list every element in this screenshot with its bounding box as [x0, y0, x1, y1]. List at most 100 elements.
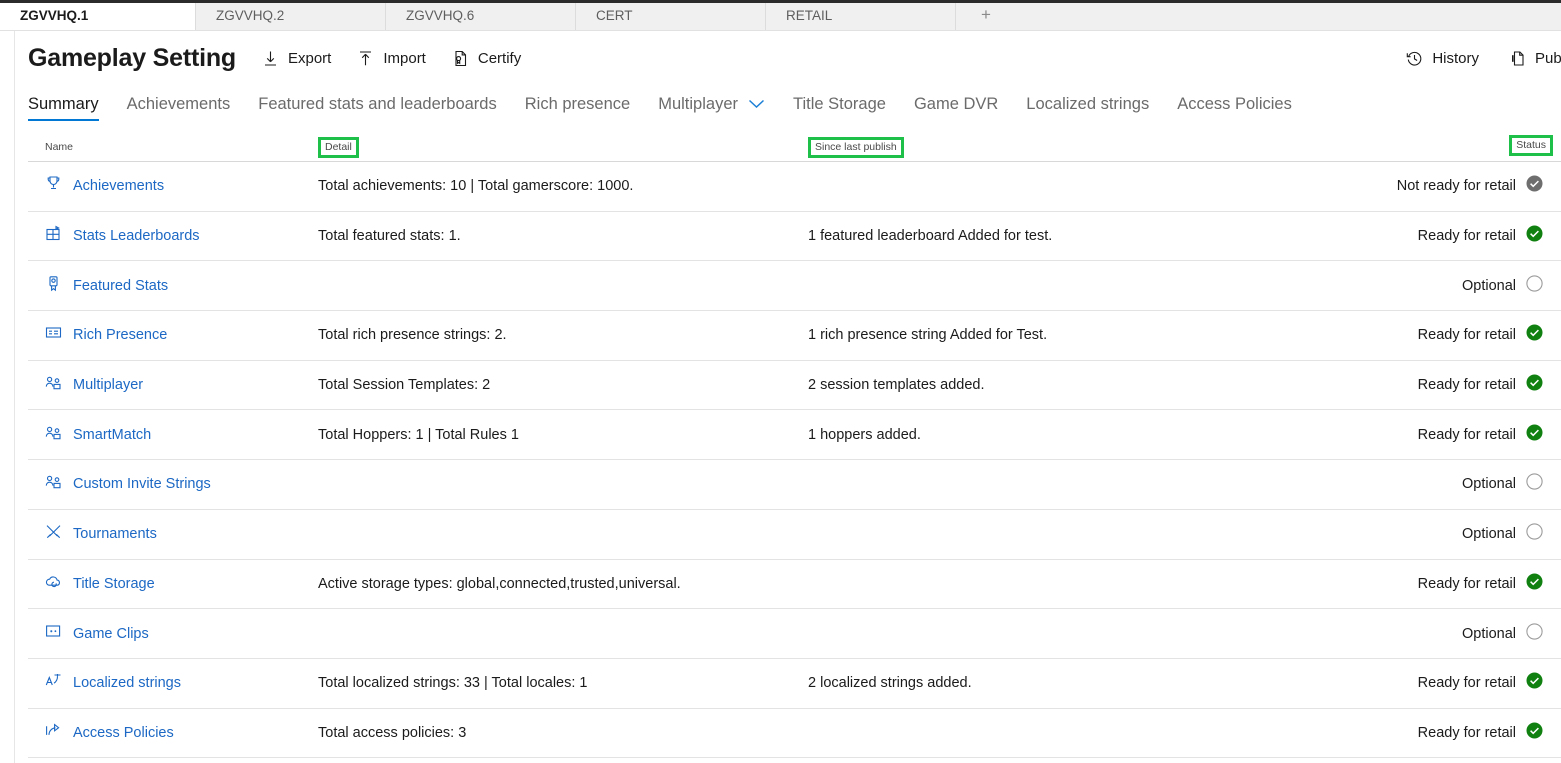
row-detail: Total Hoppers: 1 | Total Rules 1	[318, 426, 519, 443]
empty-circle-icon	[1526, 523, 1543, 545]
publish-label: Publish	[1535, 49, 1561, 67]
history-button[interactable]: History	[1406, 50, 1479, 67]
translate-icon	[45, 672, 62, 694]
tab-zgvvhq-1[interactable]: ZGVVHQ.1	[0, 0, 196, 30]
row-name-cell: Multiplayer	[28, 374, 318, 396]
row-detail: Total rich presence strings: 2.	[318, 327, 507, 344]
pivot-label: Featured stats and leaderboards	[258, 95, 497, 113]
check-circle-green-icon	[1526, 225, 1543, 247]
row-since-last-publish: 2 localized strings added.	[808, 675, 972, 692]
row-name-link[interactable]: Stats Leaderboards	[73, 228, 200, 244]
table-row[interactable]: SmartMatch Total Hoppers: 1 | Total Rule…	[28, 410, 1561, 461]
plus-icon: +	[981, 5, 991, 24]
tab-zgvvhq-6[interactable]: ZGVVHQ.6	[386, 0, 576, 30]
check-circle-green-icon	[1526, 672, 1543, 694]
certificate-icon	[452, 50, 469, 67]
certify-button[interactable]: Certify	[452, 50, 521, 67]
row-status: Optional	[1328, 523, 1561, 545]
check-circle-gray-icon	[1526, 175, 1543, 197]
upload-icon	[357, 50, 374, 67]
page-title: Gameplay Setting	[28, 43, 236, 72]
tab-cert[interactable]: CERT	[576, 0, 766, 30]
column-header-status-label: Status	[1509, 135, 1553, 156]
table-row[interactable]: Stats Leaderboards Total featured stats:…	[28, 212, 1561, 262]
history-icon	[1406, 50, 1423, 67]
row-name-link[interactable]: Rich Presence	[73, 327, 167, 343]
row-detail: Total featured stats: 1.	[318, 228, 461, 245]
status-label: Optional	[1461, 476, 1516, 493]
leaderboard-icon	[45, 225, 62, 247]
row-since-last-publish: 1 featured leaderboard Added for test.	[808, 228, 1053, 245]
row-name-link[interactable]: Featured Stats	[73, 278, 168, 294]
tab-achievements[interactable]: Achievements	[113, 95, 245, 121]
table-row[interactable]: Localized strings Total localized string…	[28, 659, 1561, 709]
tab-summary[interactable]: Summary	[28, 95, 113, 121]
row-name-cell: SmartMatch	[28, 424, 318, 446]
column-header-name-label: Name	[45, 140, 74, 153]
tab-strip-filler	[1016, 0, 1561, 30]
table-row[interactable]: Title Storage Active storage types: glob…	[28, 560, 1561, 610]
table-row[interactable]: Game Clips Optional	[28, 609, 1561, 659]
table-row[interactable]: Tournaments Optional	[28, 510, 1561, 560]
tab-rich-presence[interactable]: Rich presence	[511, 95, 644, 121]
status-label: Ready for retail	[1417, 377, 1516, 394]
tab-access-policies[interactable]: Access Policies	[1163, 95, 1306, 121]
status-label: Not ready for retail	[1396, 178, 1516, 195]
row-name-link[interactable]: Multiplayer	[73, 377, 143, 393]
row-name-link[interactable]: Tournaments	[73, 526, 157, 542]
row-status: Not ready for retail	[1328, 175, 1561, 197]
id-card-icon	[45, 324, 62, 346]
pivot-label: Rich presence	[524, 95, 631, 113]
publish-button[interactable]: Publish	[1509, 50, 1561, 67]
tab-zgvvhq-2[interactable]: ZGVVHQ.2	[196, 0, 386, 30]
import-button[interactable]: Import	[357, 50, 426, 67]
row-status: Ready for retail	[1328, 672, 1561, 694]
tab-retail[interactable]: RETAIL	[766, 0, 956, 30]
status-label: Ready for retail	[1417, 327, 1516, 344]
empty-circle-icon	[1526, 275, 1543, 297]
chevron-down-icon[interactable]	[748, 95, 765, 114]
row-name-link[interactable]: Game Clips	[73, 626, 149, 642]
row-name-link[interactable]: Localized strings	[73, 675, 181, 691]
row-status: Ready for retail	[1328, 225, 1561, 247]
tab-localized-strings[interactable]: Localized strings	[1012, 95, 1163, 121]
publish-icon	[1509, 50, 1526, 67]
table-row[interactable]: Rich Presence Total rich presence string…	[28, 311, 1561, 361]
row-since-last-publish: 1 rich presence string Added for Test.	[808, 327, 1048, 344]
column-header-since-last-publish[interactable]: Since last publish	[808, 136, 1328, 158]
row-detail: Total access policies: 3	[318, 724, 467, 741]
tab-featured-stats-and-leaderboards[interactable]: Featured stats and leaderboards	[244, 95, 511, 121]
export-label: Export	[287, 49, 332, 67]
import-label: Import	[383, 49, 426, 67]
row-name-link[interactable]: Custom Invite Strings	[73, 476, 211, 492]
tab-game-dvr[interactable]: Game DVR	[900, 95, 1012, 121]
tab-multiplayer[interactable]: Multiplayer	[644, 95, 779, 121]
new-tab-button[interactable]: +	[956, 0, 1016, 30]
command-bar-right: History Publish	[1376, 31, 1561, 85]
table-row[interactable]: Achievements Total achievements: 10 | To…	[28, 162, 1561, 212]
row-name-link[interactable]: Title Storage	[73, 576, 155, 592]
summary-table: Name Detail Since last publish Status Ac…	[15, 132, 1561, 759]
table-row[interactable]: Custom Invite Strings Optional	[28, 460, 1561, 510]
table-row[interactable]: Multiplayer Total Session Templates: 2 2…	[28, 361, 1561, 411]
page-body: Gameplay Setting Export Import Certify H…	[0, 31, 1561, 763]
column-header-name[interactable]: Name	[28, 137, 318, 155]
left-rail	[1, 31, 15, 763]
pivot-label: Multiplayer	[658, 95, 738, 113]
pivot-label: Localized strings	[1026, 95, 1150, 113]
row-name-cell: Tournaments	[28, 523, 318, 545]
row-name-link[interactable]: Achievements	[73, 178, 164, 194]
row-name-link[interactable]: SmartMatch	[73, 427, 151, 443]
export-button[interactable]: Export	[262, 50, 331, 67]
tab-title-storage[interactable]: Title Storage	[779, 95, 900, 121]
table-row[interactable]: Access Policies Total access policies: 3…	[28, 709, 1561, 759]
check-circle-green-icon	[1526, 374, 1543, 396]
table-row[interactable]: Featured Stats Optional	[28, 261, 1561, 312]
row-name-link[interactable]: Access Policies	[73, 725, 174, 741]
row-status: Optional	[1328, 622, 1561, 645]
column-header-detail[interactable]: Detail	[318, 136, 808, 158]
status-label: Ready for retail	[1417, 426, 1516, 443]
browser-tab-strip: ZGVVHQ.1 ZGVVHQ.2 ZGVVHQ.6 CERT RETAIL +	[0, 0, 1561, 31]
column-header-status[interactable]: Status	[1328, 135, 1561, 156]
tab-label: CERT	[596, 7, 633, 23]
